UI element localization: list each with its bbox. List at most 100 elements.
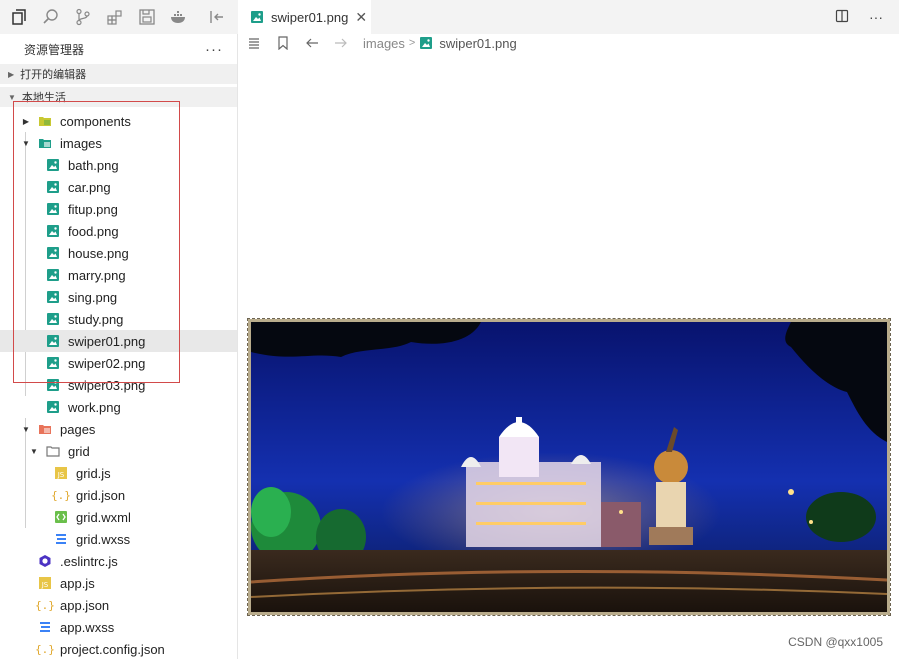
collapse-sidebar-icon[interactable] xyxy=(206,6,228,28)
tree-label: car.png xyxy=(68,179,111,195)
folder-open-icon xyxy=(46,444,60,458)
image-file-icon xyxy=(46,158,60,172)
js-file-icon: JS xyxy=(54,466,68,480)
tree-folder-grid[interactable]: ▼ grid xyxy=(0,440,237,462)
tree-folder-components[interactable]: ▶ components xyxy=(0,110,237,132)
source-control-icon[interactable] xyxy=(72,6,94,28)
tree-file-grid-wxml[interactable]: grid.wxml xyxy=(0,506,237,528)
tree-folder-pages[interactable]: ▼ pages xyxy=(0,418,237,440)
tree-label: sing.png xyxy=(68,289,118,305)
wxss-file-icon xyxy=(54,532,68,546)
wxml-file-icon xyxy=(54,510,68,524)
tree-label: .eslintrc.js xyxy=(60,553,118,569)
explorer-sidebar: 资源管理器 ··· ▶ 打开的编辑器 ▼ 本地生活 ▶ components ▼… xyxy=(0,34,238,659)
chevron-down-icon: ▼ xyxy=(30,446,38,456)
image-file-icon xyxy=(46,202,60,216)
csdn-watermark: CSDN @qxx1005 xyxy=(788,635,883,649)
editor-tabbar: swiper01.png ✕ ··· xyxy=(238,0,899,34)
tree-label: project.config.json xyxy=(60,641,165,657)
forward-arrow-icon[interactable] xyxy=(334,36,348,50)
image-file-icon xyxy=(46,224,60,238)
tree-label: app.js xyxy=(60,575,95,591)
breadcrumb-file[interactable]: swiper01.png xyxy=(439,36,516,51)
tree-label: house.png xyxy=(68,245,129,261)
tree-file-image[interactable]: food.png xyxy=(0,220,237,242)
tree-label: pages xyxy=(60,421,96,437)
tree-label: grid.wxss xyxy=(76,531,131,547)
tree-file-grid-json[interactable]: {.} grid.json xyxy=(0,484,237,506)
explorer-title: 资源管理器 xyxy=(24,42,85,57)
json-file-icon: {.} xyxy=(51,488,71,502)
tree-label: swiper03.png xyxy=(68,377,146,393)
tree-file-app-wxss[interactable]: app.wxss xyxy=(0,616,237,638)
tree-file-image[interactable]: swiper01.png xyxy=(0,330,237,352)
tree-label: study.png xyxy=(68,311,124,327)
tree-file-app-json[interactable]: {.} app.json xyxy=(0,594,237,616)
more-icon[interactable]: ··· xyxy=(869,9,883,25)
more-actions-button[interactable]: ··· xyxy=(205,41,223,58)
bookmark-icon[interactable] xyxy=(276,36,290,50)
tree-file-image[interactable]: bath.png xyxy=(0,154,237,176)
tree-file-grid-wxss[interactable]: grid.wxss xyxy=(0,528,237,550)
json-file-icon: {.} xyxy=(35,598,55,612)
tree-label: grid.wxml xyxy=(76,509,131,525)
tab-swiper01[interactable]: swiper01.png ✕ xyxy=(238,0,371,34)
section-label: 本地生活 xyxy=(21,92,66,104)
tree-label: app.wxss xyxy=(60,619,115,635)
image-file-icon xyxy=(419,36,433,50)
tree-label: swiper02.png xyxy=(68,355,146,371)
breadcrumb-separator: > xyxy=(408,37,416,49)
breadcrumb-folder[interactable]: images xyxy=(363,36,405,51)
back-arrow-icon[interactable] xyxy=(305,36,319,50)
folder-icon xyxy=(38,114,52,128)
wxss-file-icon xyxy=(38,620,52,634)
extensions-icon[interactable] xyxy=(104,6,126,28)
breadcrumb: images > swiper01.png xyxy=(238,34,899,52)
open-editors-section[interactable]: ▶ 打开的编辑器 xyxy=(0,64,237,84)
split-editor-icon[interactable] xyxy=(835,9,849,26)
tree-label: grid xyxy=(68,443,90,459)
tree-label: images xyxy=(60,135,102,151)
tree-file-image[interactable]: work.png xyxy=(0,396,237,418)
tree-file-image[interactable]: sing.png xyxy=(0,286,237,308)
tree-file-project-config[interactable]: {.} project.config.json xyxy=(0,638,237,659)
project-section[interactable]: ▼ 本地生活 xyxy=(0,87,237,107)
tree-file-image[interactable]: swiper03.png xyxy=(0,374,237,396)
night-city-photo xyxy=(251,322,887,612)
image-preview xyxy=(247,318,891,616)
image-file-icon xyxy=(46,180,60,194)
tree-file-image[interactable]: fitup.png xyxy=(0,198,237,220)
search-icon[interactable] xyxy=(40,6,62,28)
tree-folder-images[interactable]: ▼ images xyxy=(0,132,237,154)
tree-file-image[interactable]: study.png xyxy=(0,308,237,330)
svg-text:JS: JS xyxy=(57,471,65,479)
activity-bar xyxy=(0,0,238,34)
close-icon[interactable]: ✕ xyxy=(355,9,367,26)
json-file-icon: {.} xyxy=(35,642,55,656)
tree-label: components xyxy=(60,113,131,129)
tree-file-grid-js[interactable]: JS grid.js xyxy=(0,462,237,484)
image-file-icon xyxy=(46,356,60,370)
tree-label: work.png xyxy=(68,399,121,415)
tree-label: app.json xyxy=(60,597,110,613)
tree-file-image[interactable]: car.png xyxy=(0,176,237,198)
chevron-down-icon: ▼ xyxy=(8,92,16,102)
docker-icon[interactable] xyxy=(168,6,190,28)
tree-file-image[interactable]: marry.png xyxy=(0,264,237,286)
folder-open-icon xyxy=(38,136,52,150)
tree-label: swiper01.png xyxy=(68,333,146,349)
image-file-icon xyxy=(46,312,60,326)
image-file-icon xyxy=(46,246,60,260)
tree-file-image[interactable]: house.png xyxy=(0,242,237,264)
outline-icon[interactable] xyxy=(247,36,261,50)
files-icon[interactable] xyxy=(8,6,30,28)
eslint-icon xyxy=(38,554,52,568)
tree-file-image[interactable]: swiper02.png xyxy=(0,352,237,374)
tree-label: marry.png xyxy=(68,267,126,283)
tree-file-eslintrc[interactable]: .eslintrc.js xyxy=(0,550,237,572)
tree-file-app-js[interactable]: JS app.js xyxy=(0,572,237,594)
save-icon[interactable] xyxy=(136,6,158,28)
chevron-right-icon: ▶ xyxy=(8,69,15,79)
tab-label: swiper01.png xyxy=(271,9,349,25)
image-file-icon xyxy=(250,10,264,24)
